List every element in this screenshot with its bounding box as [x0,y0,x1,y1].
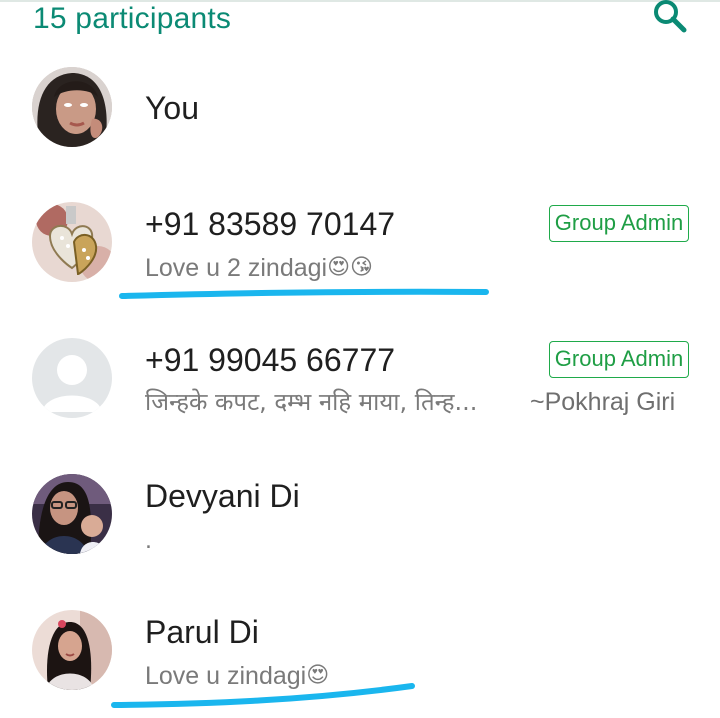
avatar [32,67,112,147]
avatar [32,338,112,418]
avatar [32,202,112,282]
annotation-underline [111,683,415,708]
participant-row[interactable]: You [0,38,720,174]
search-button[interactable] [648,0,692,36]
annotation-underline [119,288,489,299]
search-icon [654,0,687,33]
participants-count-title: 15 participants [33,2,232,35]
participant-name: +91 83589 70147 [145,206,396,242]
participant-name: +91 99045 66777 [145,342,396,378]
participant-status: Love u 2 zindagi😍😘 [145,254,373,282]
emoji: 😍😘 [327,255,373,280]
participant-pushname: ~Pokhraj Giri [530,388,676,416]
participant-name: Parul Di [145,614,259,650]
participant-name: You [145,90,199,126]
avatar [32,610,112,690]
avatar [32,474,112,554]
participant-row[interactable]: Devyani Di . [0,446,720,582]
participant-name: Devyani Di [145,478,300,514]
participant-row[interactable]: +91 99045 66777 जिन्हके कपट, दम्भ नहि मा… [0,310,720,446]
participant-status: जिन्हके कपट, दम्भ नहि माया, तिन्ह... [145,388,478,416]
group-admin-badge: Group Admin [549,341,689,378]
group-admin-badge: Group Admin [549,205,689,242]
participant-status: . [145,526,152,554]
